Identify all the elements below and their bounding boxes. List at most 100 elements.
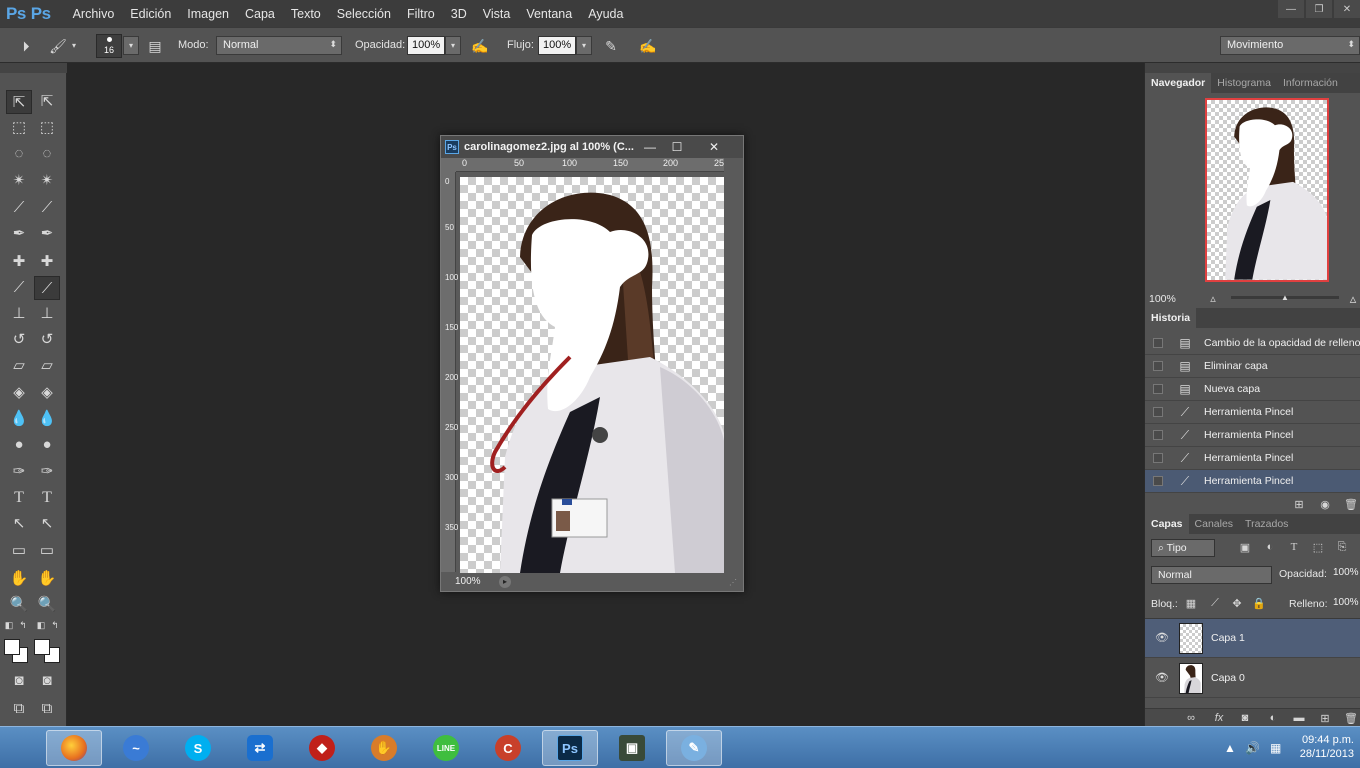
type-tool-icon[interactable]: T [6, 486, 32, 510]
healing-tool-alt-icon[interactable]: ✚ [34, 250, 60, 274]
menu-archivo[interactable]: Archivo [65, 7, 123, 21]
crop-tool-alt-icon[interactable]: ⟋ [34, 196, 60, 220]
preset-dropdown-icon[interactable]: ▾ [68, 36, 80, 56]
tab-historia[interactable]: Historia [1145, 308, 1197, 328]
filter-shape-icon[interactable]: ⬚ [1310, 541, 1326, 554]
menu-vista[interactable]: Vista [475, 7, 519, 21]
brush-size-picker[interactable]: 16 [96, 34, 122, 58]
brush-preset-icon[interactable]: 🖌 [48, 36, 68, 56]
lock-transparent-icon[interactable]: ▦ [1183, 597, 1199, 610]
history-snapshot-checkbox[interactable] [1153, 476, 1163, 486]
marquee-tool-icon[interactable]: ⬚ [6, 116, 32, 140]
pen-tool-alt-icon[interactable]: ✑ [34, 460, 60, 484]
close-button[interactable]: ✕ [1334, 0, 1360, 18]
resize-grip-icon[interactable]: ⋰ [729, 578, 739, 588]
history-trash-icon[interactable]: 🗑 [1343, 498, 1359, 511]
new-group-icon[interactable]: ▬ [1291, 712, 1307, 724]
layer-row-capa-0[interactable]: 👁 Capa 0 [1145, 659, 1360, 698]
screen-mode-icon[interactable]: ⧉ [6, 697, 32, 721]
brush-panel-icon[interactable]: ▤ [145, 36, 165, 56]
blur-tool-alt-icon[interactable]: 💧 [34, 407, 60, 431]
history-brush-tool-icon[interactable]: ↺ [6, 328, 32, 352]
history-snapshot-checkbox[interactable] [1153, 430, 1163, 440]
taskbar-teamviewer[interactable]: ⇄ [232, 730, 288, 766]
history-snapshot-checkbox[interactable] [1153, 407, 1163, 417]
workspace-select[interactable]: Movimiento [1220, 36, 1360, 55]
menu-texto[interactable]: Texto [283, 7, 329, 21]
taskbar-photoshop[interactable]: Ps [542, 730, 598, 766]
screen-mode-alt-icon[interactable]: ⧉ [34, 697, 60, 721]
lock-position-icon[interactable]: ✥ [1229, 597, 1245, 610]
tab-capas[interactable]: Capas [1145, 514, 1189, 534]
history-item[interactable]: ▤ Eliminar capa [1145, 355, 1360, 378]
flow-dropdown[interactable]: ▾ [576, 36, 592, 55]
zoom-in-icon[interactable]: ▵ [1345, 291, 1360, 307]
eyedropper-tool-alt-icon[interactable]: ✒ [34, 222, 60, 246]
taskbar-terminal[interactable]: ▣ [604, 730, 660, 766]
link-layers-icon[interactable]: ∞ [1183, 712, 1199, 724]
layer-visibility-eye-icon[interactable]: 👁 [1155, 631, 1169, 644]
menu-filtro[interactable]: Filtro [399, 7, 443, 21]
filter-smart-object-icon[interactable]: ⎘ [1334, 541, 1350, 554]
pressure-size-icon[interactable]: ✍ [638, 36, 658, 56]
swap-colors-icon[interactable]: ↰ [16, 618, 30, 632]
history-item[interactable]: ⟋ Herramienta Pincel [1145, 447, 1360, 470]
filter-type-icon[interactable]: T [1286, 541, 1302, 553]
vertical-ruler[interactable]: 0 50 100 150 200 250 300 350 [441, 172, 458, 572]
tools-panel-header[interactable] [0, 63, 67, 73]
add-mask-icon[interactable]: ◙ [1237, 712, 1253, 724]
quick-mask-alt-icon[interactable]: ◙ [34, 669, 60, 693]
history-item[interactable]: ▤ Cambio de la opacidad de relleno [1145, 332, 1360, 355]
menu-imagen[interactable]: Imagen [179, 7, 237, 21]
foreground-color-swatch[interactable] [4, 639, 20, 655]
foreground-color-swatch-alt[interactable] [34, 639, 50, 655]
history-item[interactable]: ▤ Nueva capa [1145, 378, 1360, 401]
taskbar-app-red[interactable]: ◆ [294, 730, 350, 766]
brush-size-dropdown[interactable]: ▾ [123, 36, 139, 55]
zoom-tool-icon[interactable]: 🔍 [6, 593, 32, 617]
layer-row-capa-1[interactable]: 👁 Capa 1 [1145, 619, 1360, 658]
default-colors-icon[interactable]: ◧ [2, 618, 16, 632]
tray-arrow-icon[interactable]: ▲ [1224, 741, 1236, 755]
layer-visibility-eye-icon[interactable]: 👁 [1155, 671, 1169, 684]
network-icon[interactable]: ▦ [1270, 741, 1281, 755]
pressure-opacity-icon[interactable]: ✍ [470, 36, 490, 56]
image-canvas[interactable] [460, 177, 725, 573]
swap-colors-alt-icon[interactable]: ↰ [48, 618, 62, 632]
canvas-scroll-area[interactable] [724, 158, 743, 573]
menu-capa[interactable]: Capa [237, 7, 283, 21]
eraser-tool-alt-icon[interactable]: ▱ [34, 354, 60, 378]
blend-mode-select[interactable]: Normal [1151, 566, 1272, 584]
document-title-bar[interactable]: Ps carolinagomez2.jpg al 100% (C... — ☐ … [441, 136, 743, 158]
history-snapshot-checkbox[interactable] [1153, 453, 1163, 463]
taskbar-paint[interactable]: ✎ [666, 730, 722, 766]
history-item-selected[interactable]: ⟋ Herramienta Pincel [1145, 470, 1360, 493]
dodge-tool-alt-icon[interactable]: ● [34, 433, 60, 457]
filter-pixel-icon[interactable]: ▣ [1237, 541, 1253, 554]
history-item[interactable]: ⟋ Herramienta Pincel [1145, 424, 1360, 447]
flow-input[interactable]: 100% [538, 36, 576, 55]
filter-adjustment-icon[interactable]: ◐ [1262, 541, 1278, 553]
navigator-preview[interactable] [1205, 98, 1329, 282]
rectangle-tool-icon[interactable]: ▭ [6, 539, 32, 563]
zoom-tool-alt-icon[interactable]: 🔍 [34, 593, 60, 617]
lasso-tool-alt-icon[interactable]: ◌ [34, 142, 60, 166]
document-zoom-value[interactable]: 100% [455, 576, 481, 587]
lock-all-icon[interactable]: 🔒 [1251, 597, 1267, 610]
path-selection-tool-icon[interactable]: ↖ [6, 512, 32, 536]
layer-opacity-input[interactable]: 100% [1330, 566, 1360, 584]
eyedropper-tool-icon[interactable]: ✒ [6, 222, 32, 246]
quick-mask-icon[interactable]: ◙ [6, 669, 32, 693]
mode-select[interactable]: Normal [216, 36, 342, 55]
document-close-icon[interactable]: ✕ [703, 138, 725, 156]
history-snapshot-checkbox[interactable] [1153, 338, 1163, 348]
rectangle-tool-alt-icon[interactable]: ▭ [34, 539, 60, 563]
opacity-input[interactable]: 100% [407, 36, 445, 55]
healing-tool-icon[interactable]: ✚ [6, 250, 32, 274]
document-maximize-icon[interactable]: ☐ [666, 138, 688, 156]
tab-histograma[interactable]: Histograma [1211, 73, 1277, 93]
hand-tool-icon[interactable]: ✋ [6, 567, 32, 591]
paint-bucket-tool-icon[interactable]: ◈ [6, 381, 32, 405]
panel-collapse-icon[interactable]: ⏵ [16, 36, 36, 56]
menu-3d[interactable]: 3D [443, 7, 475, 21]
